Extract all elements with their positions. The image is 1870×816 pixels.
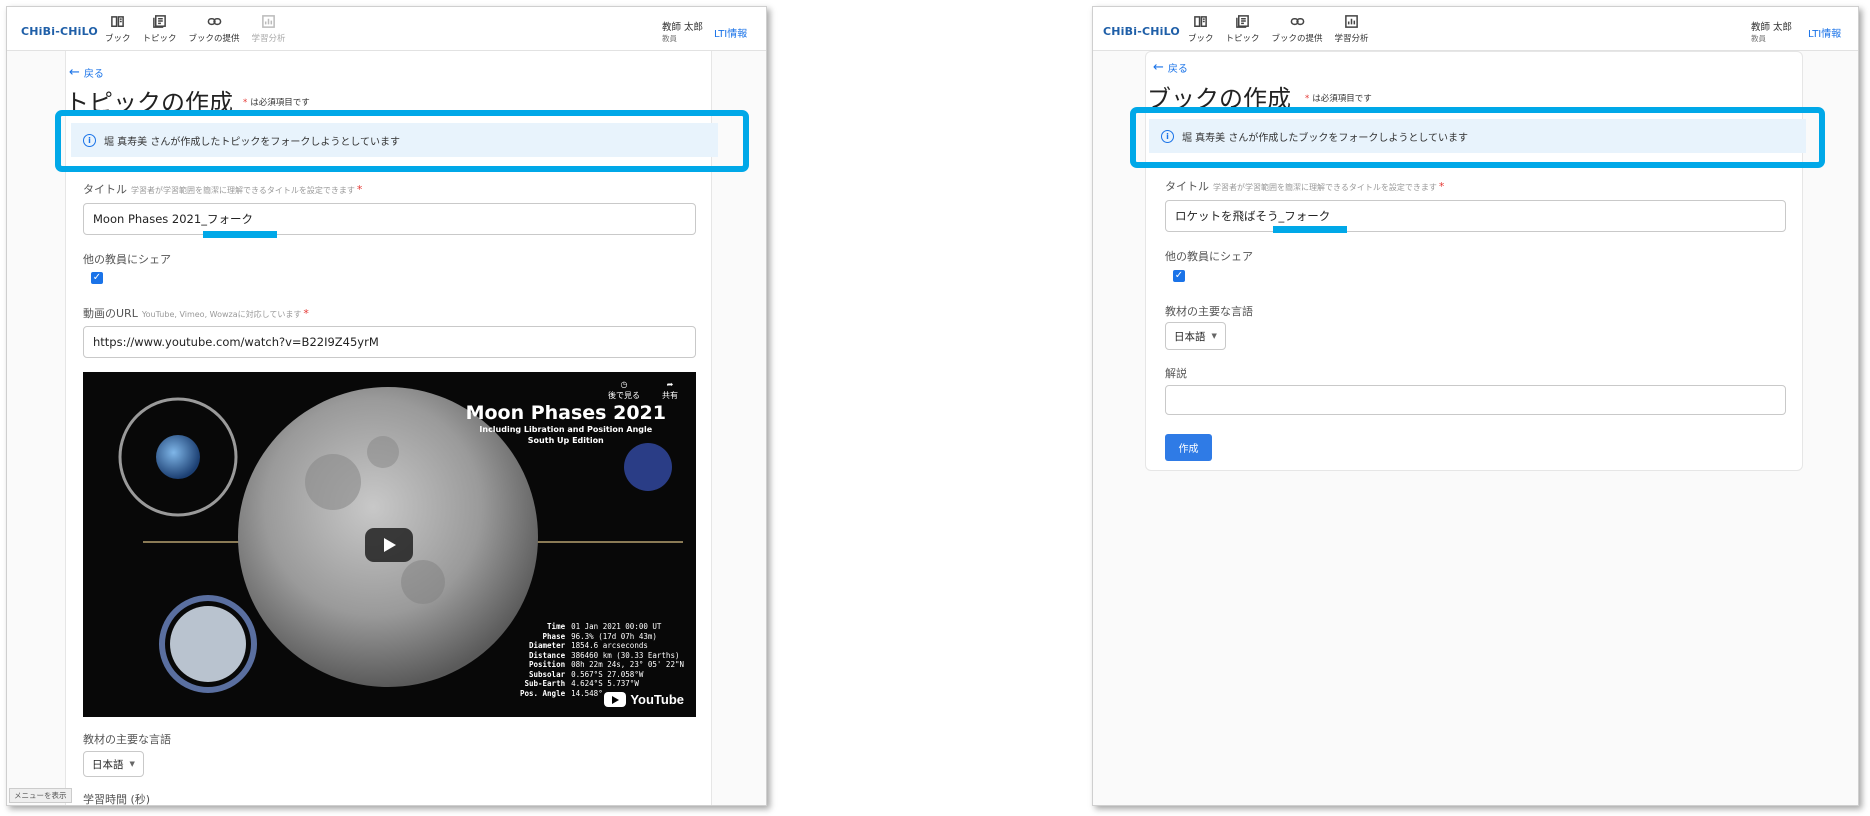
caret-down-icon: ▼: [1211, 332, 1217, 340]
book-icon: [1194, 16, 1208, 27]
language-label: 教材の主要な言語: [1165, 305, 1253, 318]
title-input[interactable]: Moon Phases 2021_フォーク: [83, 203, 696, 235]
share-checkbox[interactable]: ✓: [1173, 270, 1185, 282]
link-icon: [207, 17, 221, 26]
lti-info-link[interactable]: LTI情報: [714, 25, 747, 40]
video-player[interactable]: ◷ 後で見る ➦ 共有 Moon Phases 2021 Including Lib…: [83, 372, 696, 717]
nav-analytics: 学習分析: [252, 14, 286, 44]
show-menu-button[interactable]: メニューを表示: [9, 788, 72, 803]
user-menu[interactable]: 教師 太郎 教員: [662, 19, 703, 44]
arrow-left-icon: ←: [1153, 60, 1164, 75]
lti-info-link[interactable]: LTI情報: [1808, 25, 1841, 40]
title-label: タイトル 学習者が学習範囲を簡潔に理解できるタイトルを設定できます *: [1165, 180, 1445, 193]
nav-topic[interactable]: トピック: [1226, 14, 1260, 44]
annotation-highlight-box: [55, 110, 749, 172]
app-bar: CHiBi-CHiLO ブック トピック ブックの提供 学習分析 教師 太郎 教…: [1093, 7, 1858, 51]
video-actions: ◷ 後で見る ➦ 共有: [608, 380, 678, 401]
share-checkbox[interactable]: ✓: [91, 272, 103, 284]
study-time-label: 学習時間 (秒): [83, 793, 151, 806]
nav-topic[interactable]: トピック: [143, 14, 177, 44]
annotation-underline: [203, 231, 277, 238]
clock-icon: ◷: [620, 380, 628, 389]
nav-book-provide[interactable]: ブックの提供: [189, 14, 240, 44]
back-link[interactable]: ← 戻る: [69, 65, 104, 80]
description-label: 解説: [1165, 367, 1187, 380]
nav-analytics[interactable]: 学習分析: [1335, 14, 1369, 44]
title-input[interactable]: ロケットを飛ばそう_フォーク: [1165, 200, 1786, 232]
youtube-logo[interactable]: YouTube: [604, 692, 684, 707]
watch-later-button[interactable]: ◷ 後で見る: [608, 380, 640, 401]
create-button[interactable]: 作成: [1165, 434, 1212, 461]
caret-down-icon: ▼: [129, 760, 135, 768]
video-title-overlay: Moon Phases 2021 Including Libration and…: [465, 402, 666, 445]
title-label: タイトル 学習者が学習範囲を簡潔に理解できるタイトルを設定できます *: [83, 183, 363, 196]
nav-book[interactable]: ブック: [105, 14, 131, 44]
app-logo[interactable]: CHiBi-CHiLO: [21, 25, 98, 38]
video-url-label: 動画のURL YouTube, Vimeo, Wowzaに対応しています *: [83, 307, 309, 320]
main-nav: ブック トピック ブックの提供 学習分析: [105, 14, 286, 44]
main-nav: ブック トピック ブックの提供 学習分析: [1188, 14, 1369, 44]
app-logo[interactable]: CHiBi-CHiLO: [1103, 25, 1180, 38]
link-icon: [1290, 17, 1304, 26]
book-create-window: CHiBi-CHiLO ブック トピック ブックの提供 学習分析 教師 太郎 教…: [1092, 6, 1859, 806]
share-label: 他の教員にシェア: [1165, 250, 1253, 263]
required-note: * は必須項目です: [243, 98, 310, 108]
topic-icon: [1236, 15, 1249, 28]
topic-create-window: CHiBi-CHiLO ブック トピック ブックの提供 学習分析 教師 太郎 教…: [6, 6, 767, 806]
analytics-icon: [1345, 15, 1358, 28]
description-input[interactable]: [1165, 385, 1786, 415]
play-button[interactable]: [365, 528, 413, 562]
arrow-left-icon: ←: [69, 65, 80, 80]
user-menu[interactable]: 教師 太郎 教員: [1751, 19, 1792, 44]
language-select[interactable]: 日本語 ▼: [83, 751, 144, 777]
language-label: 教材の主要な言語: [83, 733, 171, 746]
share-icon: ➦: [666, 380, 674, 389]
annotation-highlight-box: [1130, 107, 1825, 168]
analytics-icon: [262, 15, 275, 28]
annotation-underline: [1273, 226, 1347, 233]
language-select[interactable]: 日本語 ▼: [1165, 322, 1226, 350]
share-button[interactable]: ➦ 共有: [662, 380, 678, 401]
back-link[interactable]: ← 戻る: [1153, 60, 1188, 75]
video-url-input[interactable]: https://www.youtube.com/watch?v=B22I9Z45…: [83, 326, 696, 358]
youtube-icon: [604, 692, 627, 707]
required-note: * は必須項目です: [1305, 94, 1372, 104]
topic-icon: [153, 15, 166, 28]
app-bar: CHiBi-CHiLO ブック トピック ブックの提供 学習分析 教師 太郎 教…: [7, 7, 766, 51]
video-stats-overlay: Time 01 Jan 2021 00:00 UT Phase 96.3% (17d…: [519, 622, 684, 698]
nav-book[interactable]: ブック: [1188, 14, 1214, 44]
share-label: 他の教員にシェア: [83, 253, 171, 266]
nav-book-provide[interactable]: ブックの提供: [1272, 14, 1323, 44]
book-icon: [111, 16, 125, 27]
